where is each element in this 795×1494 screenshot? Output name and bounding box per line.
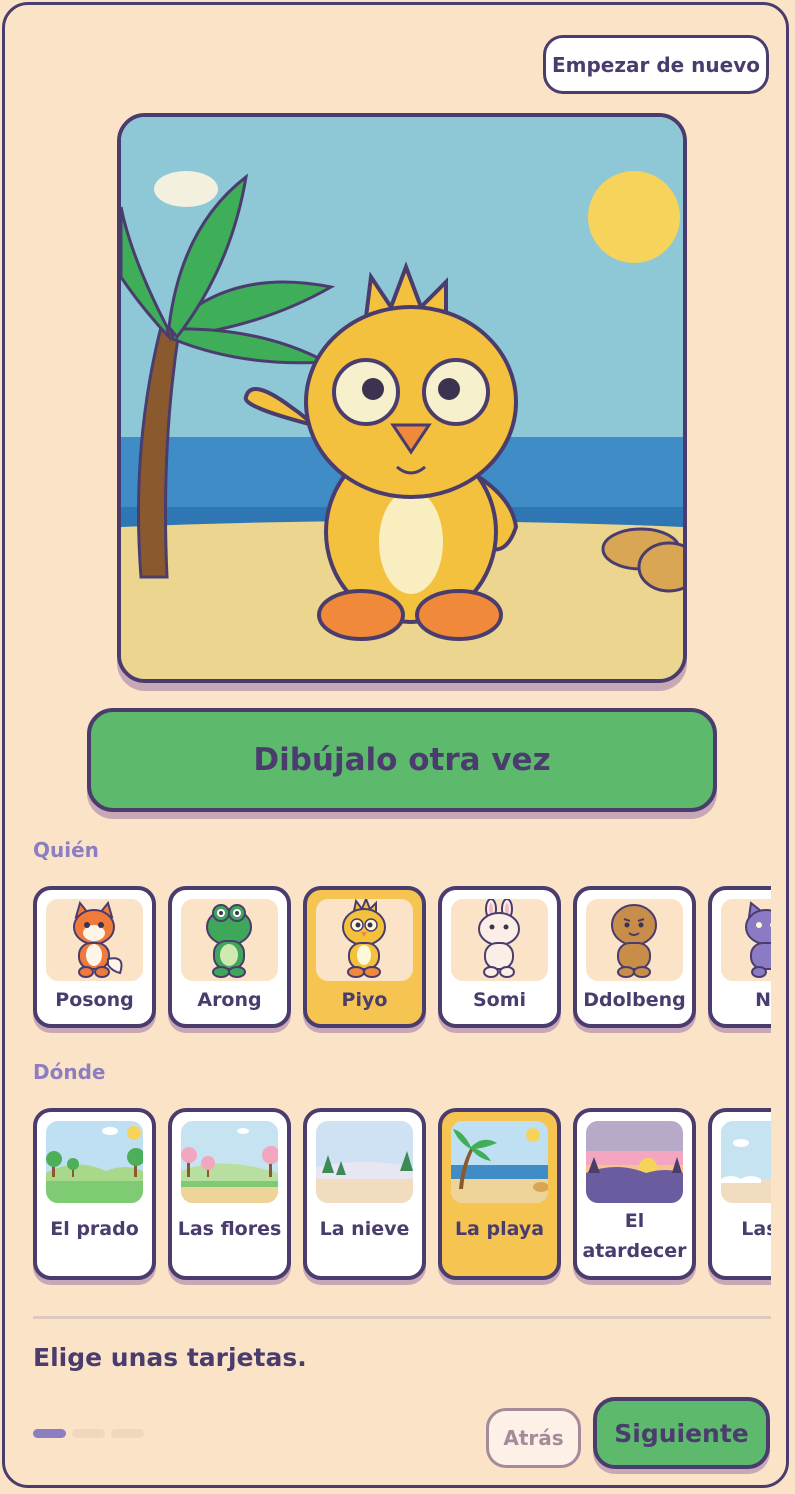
character-card-label: Somi	[472, 989, 527, 1011]
frog-icon	[181, 899, 278, 981]
character-card-posong[interactable]: Posong	[33, 886, 156, 1028]
bunny-icon	[451, 899, 548, 981]
snow-icon	[316, 1121, 413, 1203]
character-card-somi[interactable]: Somi	[438, 886, 561, 1028]
character-card-label: Piyo	[341, 989, 388, 1011]
bear-icon	[586, 899, 683, 981]
character-card-label: Posong	[55, 989, 134, 1011]
step-dot	[33, 1429, 66, 1438]
character-card-label: Na	[755, 989, 771, 1011]
place-card-la-playa[interactable]: La playa	[438, 1108, 561, 1280]
place-card-label: Las n	[741, 1218, 771, 1240]
character-card-label: Arong	[197, 989, 262, 1011]
meadow-icon	[46, 1121, 143, 1203]
beach-scene-illustration	[121, 117, 683, 679]
place-card-la-nieve[interactable]: La nieve	[303, 1108, 426, 1280]
where-section-label: Dónde	[33, 1060, 106, 1084]
place-card-strip[interactable]: El prado Las flores La nieve La playa El…	[33, 1108, 771, 1290]
place-card-las-nubes[interactable]: Las n	[708, 1108, 771, 1280]
character-card-na[interactable]: Na	[708, 886, 771, 1028]
instruction-text: Elige unas tarjetas.	[33, 1343, 307, 1372]
place-card-el-atardecer[interactable]: El atardecer	[573, 1108, 696, 1280]
place-card-label: Las flores	[177, 1218, 282, 1240]
place-card-label: El prado	[50, 1218, 139, 1240]
sunset-icon	[586, 1121, 683, 1203]
beach-icon	[451, 1121, 548, 1203]
restart-button[interactable]: Empezar de nuevo	[543, 35, 769, 94]
character-card-strip[interactable]: Posong Arong Piyo Somi Ddolbeng N	[33, 886, 771, 1036]
character-card-arong[interactable]: Arong	[168, 886, 291, 1028]
next-button[interactable]: Siguiente	[593, 1397, 770, 1469]
back-button[interactable]: Atrás	[486, 1408, 581, 1468]
character-card-ddolbeng[interactable]: Ddolbeng	[573, 886, 696, 1028]
flowers-icon	[181, 1121, 278, 1203]
who-section-label: Quién	[33, 838, 99, 862]
place-card-label: El atardecer	[582, 1210, 687, 1262]
place-card-el-prado[interactable]: El prado	[33, 1108, 156, 1280]
step-dot	[111, 1429, 144, 1438]
place-card-label: La playa	[454, 1218, 545, 1240]
step-dot	[72, 1429, 105, 1438]
clouds-icon	[721, 1121, 771, 1203]
fox-icon	[46, 899, 143, 981]
cat-icon	[721, 899, 771, 981]
redraw-button[interactable]: Dibújalo otra vez	[87, 708, 717, 812]
step-indicator	[33, 1429, 144, 1438]
place-card-las-flores[interactable]: Las flores	[168, 1108, 291, 1280]
divider	[33, 1316, 771, 1319]
cloud-icon	[154, 171, 218, 207]
character-card-piyo[interactable]: Piyo	[303, 886, 426, 1028]
generated-image	[117, 113, 687, 683]
character-card-label: Ddolbeng	[583, 989, 686, 1011]
chick-icon	[316, 899, 413, 981]
sun-icon	[588, 171, 680, 263]
app-frame: Empezar de nuevo Dibújalo otra vez Quién…	[2, 2, 789, 1488]
place-card-label: La nieve	[319, 1218, 410, 1240]
